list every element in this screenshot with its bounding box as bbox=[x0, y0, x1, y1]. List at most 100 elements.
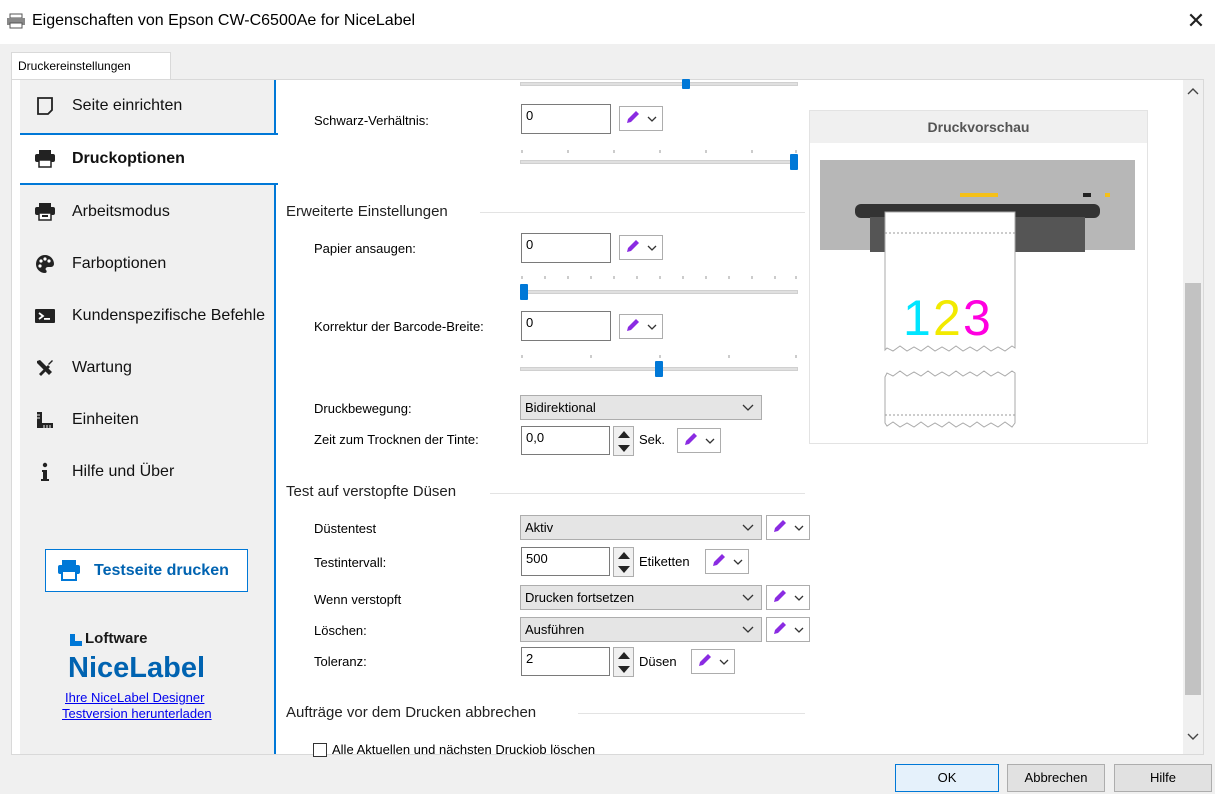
sidebar-item-farboptionen[interactable]: Farboptionen bbox=[20, 238, 276, 290]
sidebar-item-label: Einheiten bbox=[72, 411, 139, 428]
barcode-correction-slider-thumb[interactable] bbox=[655, 361, 663, 377]
drying-time-input[interactable]: 0,0 bbox=[521, 426, 610, 455]
printer-mode-icon bbox=[34, 201, 56, 223]
test-printer-icon bbox=[56, 559, 82, 583]
black-ratio-slider-ticks bbox=[521, 150, 797, 153]
spin-up-icon[interactable] bbox=[618, 652, 630, 659]
sidebar-item-druckoptionen[interactable]: Druckoptionen bbox=[20, 133, 278, 185]
clean-label: Löschen: bbox=[314, 623, 367, 638]
when-clogged-select[interactable]: Drucken fortsetzen bbox=[520, 585, 762, 610]
clean-select[interactable]: Ausführen bbox=[520, 617, 762, 642]
black-ratio-pen-dropdown[interactable] bbox=[619, 106, 663, 131]
chevron-down-icon bbox=[719, 654, 729, 669]
trial-download-link-line2[interactable]: Testversion herunterladen bbox=[62, 706, 212, 721]
drying-time-spinner[interactable] bbox=[613, 426, 634, 456]
pen-icon bbox=[711, 552, 727, 571]
spin-down-icon[interactable] bbox=[618, 666, 630, 673]
chevron-down-icon bbox=[742, 623, 754, 635]
when-clogged-label: Wenn verstopft bbox=[314, 592, 402, 607]
sidebar-item-arbeitsmodus[interactable]: Arbeitsmodus bbox=[20, 186, 276, 238]
chevron-down-icon bbox=[705, 433, 715, 448]
top-slider-track[interactable] bbox=[520, 82, 798, 86]
scroll-down-icon[interactable] bbox=[1185, 730, 1201, 744]
spin-down-icon[interactable] bbox=[618, 445, 630, 452]
tools-icon bbox=[34, 357, 56, 379]
test-interval-label: Testintervall: bbox=[314, 555, 387, 570]
tab-druckereinstellungen[interactable]: Druckereinstellungen bbox=[11, 52, 171, 80]
clean-value: Ausführen bbox=[525, 622, 585, 637]
test-interval-pen-dropdown[interactable] bbox=[705, 549, 749, 574]
nozzle-test-pen-dropdown[interactable] bbox=[766, 515, 810, 540]
pen-icon bbox=[625, 238, 641, 257]
ok-button[interactable]: OK bbox=[895, 764, 999, 792]
paper-suction-slider-thumb[interactable] bbox=[520, 284, 528, 300]
clean-pen-dropdown[interactable] bbox=[766, 617, 810, 642]
sidebar-item-seite-einrichten[interactable]: Seite einrichten bbox=[20, 80, 276, 132]
trial-download-link-line1[interactable]: Ihre NiceLabel Designer bbox=[65, 690, 204, 705]
print-direction-value: Bidirektional bbox=[525, 400, 596, 415]
tolerance-pen-dropdown[interactable] bbox=[691, 649, 735, 674]
tolerance-input[interactable]: 2 bbox=[521, 647, 610, 676]
sidebar-item-label: Seite einrichten bbox=[72, 97, 183, 114]
test-interval-spinner[interactable] bbox=[613, 547, 634, 577]
drying-time-pen-dropdown[interactable] bbox=[677, 428, 721, 453]
black-ratio-slider-track[interactable] bbox=[520, 160, 798, 164]
cancel-jobs-checkbox[interactable] bbox=[313, 743, 327, 757]
section-divider bbox=[490, 493, 805, 494]
test-button-label: Testseite drucken bbox=[94, 561, 229, 579]
pen-icon bbox=[683, 431, 699, 450]
scroll-up-icon[interactable] bbox=[1185, 84, 1201, 98]
when-clogged-pen-dropdown[interactable] bbox=[766, 585, 810, 610]
label-digit: 2 bbox=[933, 290, 961, 346]
pen-icon bbox=[772, 620, 788, 639]
page-icon bbox=[34, 95, 56, 117]
tolerance-label: Toleranz: bbox=[314, 654, 367, 669]
cancel-button[interactable]: Abbrechen bbox=[1007, 764, 1105, 792]
paper-suction-slider-track[interactable] bbox=[520, 290, 798, 294]
help-button[interactable]: Hilfe bbox=[1114, 764, 1212, 792]
barcode-correction-pen-dropdown[interactable] bbox=[619, 314, 663, 339]
tab-strip bbox=[0, 44, 1215, 79]
label-digit: 3 bbox=[963, 290, 991, 346]
print-direction-label: Druckbewegung: bbox=[314, 401, 412, 416]
spin-down-icon[interactable] bbox=[618, 566, 630, 573]
chevron-down-icon bbox=[742, 591, 754, 603]
black-ratio-input[interactable]: 0 bbox=[521, 104, 611, 134]
paper-suction-pen-dropdown[interactable] bbox=[619, 235, 663, 260]
black-ratio-slider-thumb[interactable] bbox=[790, 154, 798, 170]
section-title-advanced: Erweiterte Einstellungen bbox=[286, 203, 448, 220]
when-clogged-value: Drucken fortsetzen bbox=[525, 590, 635, 605]
sidebar-item-hilfe-und-ueber[interactable]: Hilfe und Über bbox=[20, 446, 276, 498]
ruler-icon bbox=[34, 409, 56, 431]
scrollbar-thumb[interactable] bbox=[1185, 283, 1201, 695]
chevron-down-icon bbox=[742, 521, 754, 533]
section-title-nozzle: Test auf verstopfte Düsen bbox=[286, 483, 457, 500]
pen-icon bbox=[772, 588, 788, 607]
printer-icon bbox=[34, 148, 56, 170]
print-direction-select[interactable]: Bidirektional bbox=[520, 395, 762, 420]
top-slider-thumb[interactable] bbox=[682, 79, 690, 89]
spin-up-icon[interactable] bbox=[618, 431, 630, 438]
spin-up-icon[interactable] bbox=[618, 552, 630, 559]
sidebar-item-wartung[interactable]: Wartung bbox=[20, 342, 276, 394]
tolerance-spinner[interactable] bbox=[613, 647, 634, 677]
print-preview-title: Druckvorschau bbox=[810, 111, 1147, 143]
barcode-correction-input[interactable]: 0 bbox=[521, 311, 611, 341]
sidebar-item-kundenspezifische-befehle[interactable]: Kundenspezifische Befehle bbox=[20, 290, 276, 342]
tolerance-unit: Düsen bbox=[639, 654, 677, 669]
chevron-down-icon bbox=[742, 401, 754, 413]
printer-window-icon bbox=[6, 13, 26, 29]
label-digit: 1 bbox=[903, 290, 931, 346]
test-interval-input[interactable]: 500 bbox=[521, 547, 610, 576]
chevron-down-icon bbox=[647, 240, 657, 255]
chevron-down-icon bbox=[794, 590, 804, 605]
cancel-jobs-checkbox-label: Alle Aktuellen und nächsten Druckjob lös… bbox=[332, 742, 596, 754]
nozzle-test-select[interactable]: Aktiv bbox=[520, 515, 762, 540]
paper-suction-input[interactable]: 0 bbox=[521, 233, 611, 263]
sidebar-item-label: Kundenspezifische Befehle bbox=[72, 307, 266, 324]
chevron-down-icon bbox=[794, 622, 804, 637]
sidebar-item-einheiten[interactable]: Einheiten bbox=[20, 394, 276, 446]
print-test-page-button[interactable]: Testseite drucken bbox=[45, 549, 248, 592]
close-icon[interactable]: ✕ bbox=[1180, 6, 1212, 36]
sidebar-item-label: Hilfe und Über bbox=[72, 463, 175, 480]
